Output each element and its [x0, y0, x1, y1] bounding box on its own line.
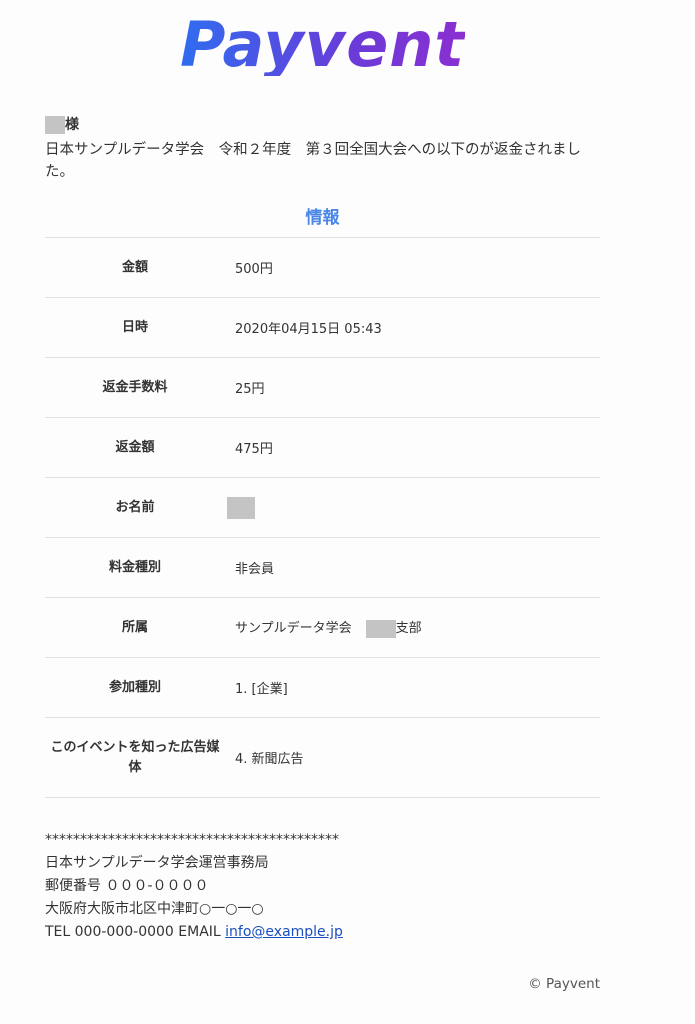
footer-address: 大阪府大阪市北区中津町○一○一○	[45, 901, 264, 917]
affiliation-branch-suffix: 支部	[395, 621, 422, 637]
footer-contact-prefix: TEL 000-000-0000 EMAIL	[45, 924, 226, 940]
table-row: 返金額 475円	[45, 417, 600, 478]
email-content: 様 日本サンプルデータ学会 令和２年度 第３回全国大会への以下のが返金されました…	[45, 115, 600, 798]
row-label-affiliation: 所属	[45, 597, 225, 658]
footer-signature: ****************************************…	[45, 829, 600, 944]
row-value-amount: 500円	[225, 237, 600, 298]
footer-separator: ****************************************…	[45, 832, 339, 848]
details-table: 金額 500円 日時 2020年04月15日 05:43 返金手数料 25円 返…	[45, 237, 600, 798]
redacted-recipient-name	[45, 116, 65, 134]
section-title: 情報	[305, 208, 340, 228]
table-row: 参加種別 1. [企業]	[45, 657, 600, 718]
row-label-fee-type: 料金種別	[45, 537, 225, 598]
redacted-name	[227, 496, 255, 519]
footer-postal: 郵便番号 ０００-００００	[45, 878, 209, 894]
row-value-refund-fee: 25円	[225, 357, 600, 418]
row-label-refund-amount: 返金額	[45, 417, 225, 478]
row-value-datetime: 2020年04月15日 05:43	[225, 297, 600, 358]
row-label-name: お名前	[45, 477, 225, 538]
row-label-participation-type: 参加種別	[45, 657, 225, 718]
table-row: お名前	[45, 477, 600, 538]
row-value-affiliation: サンプルデータ学会 支部	[225, 597, 600, 658]
intro-text: 日本サンプルデータ学会 令和２年度 第３回全国大会への以下のが返金されました。	[45, 142, 582, 180]
affiliation-org: サンプルデータ学会	[235, 621, 352, 637]
copyright: © Payvent	[528, 976, 600, 992]
row-label-datetime: 日時	[45, 297, 225, 358]
row-value-fee-type: 非会員	[225, 537, 600, 598]
payvent-logo: Payvent	[0, 14, 645, 76]
table-row: このイベントを知った広告媒体 4. 新聞広告	[45, 717, 600, 798]
table-row: 返金手数料 25円	[45, 357, 600, 418]
redacted-branch	[365, 619, 396, 638]
table-row: 料金種別 非会員	[45, 537, 600, 598]
row-value-ad-media: 4. 新聞広告	[225, 717, 600, 798]
row-label-ad-media: このイベントを知った広告媒体	[45, 717, 225, 798]
logo-text: Payvent	[179, 8, 466, 81]
row-label-amount: 金額	[45, 237, 225, 298]
footer-org: 日本サンプルデータ学会運営事務局	[45, 855, 269, 871]
row-value-name	[225, 477, 600, 538]
table-row: 所属 サンプルデータ学会 支部	[45, 597, 600, 658]
row-label-refund-fee: 返金手数料	[45, 357, 225, 418]
row-value-participation-type: 1. [企業]	[225, 657, 600, 718]
footer-contact: TEL 000-000-0000 EMAIL info@example.jp	[45, 921, 600, 944]
email-link[interactable]: info@example.jp	[225, 924, 343, 940]
recipient-line: 様	[45, 115, 600, 135]
row-value-refund-amount: 475円	[225, 417, 600, 478]
table-row: 金額 500円	[45, 237, 600, 298]
table-row: 日時 2020年04月15日 05:43	[45, 297, 600, 358]
recipient-suffix: 様	[65, 117, 79, 133]
